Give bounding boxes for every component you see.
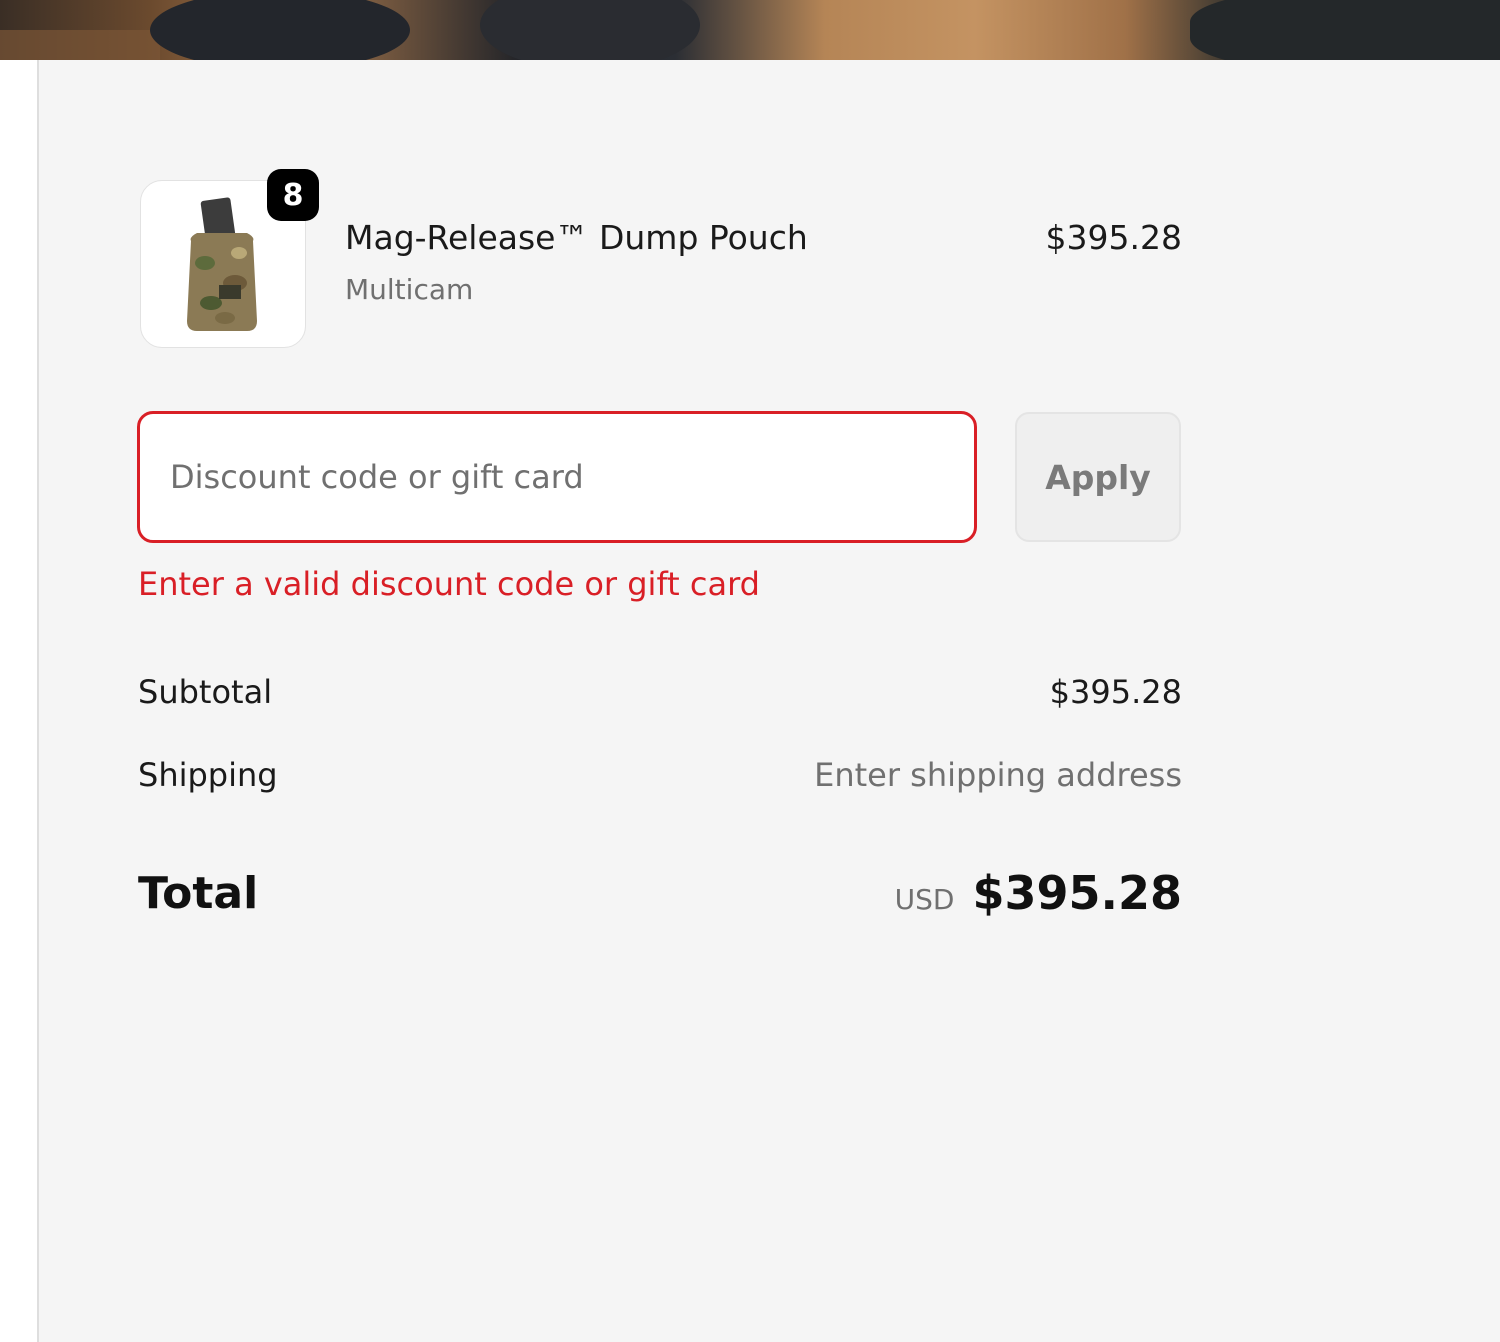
discount-code-input[interactable] (137, 411, 977, 543)
dump-pouch-image (187, 197, 257, 331)
subtotal-label: Subtotal (138, 673, 273, 711)
discount-error-message: Enter a valid discount code or gift card (138, 565, 760, 603)
product-name: Mag-Release™ Dump Pouch (345, 218, 808, 257)
shipping-label: Shipping (138, 756, 278, 794)
product-variant: Multicam (345, 273, 474, 306)
shipping-value: Enter shipping address (814, 756, 1182, 794)
apply-discount-button[interactable]: Apply (1015, 412, 1181, 542)
hero-banner-image (0, 0, 1500, 60)
currency-code: USD (894, 883, 955, 916)
checkout-main-panel (0, 60, 39, 1342)
subtotal-value: $395.28 (1049, 673, 1182, 711)
total-amount-group: USD $395.28 (895, 866, 1182, 920)
product-price: $395.28 (1045, 218, 1182, 257)
total-label: Total (138, 868, 259, 919)
quantity-badge: 8 (267, 169, 319, 221)
total-amount: $395.28 (972, 866, 1182, 920)
